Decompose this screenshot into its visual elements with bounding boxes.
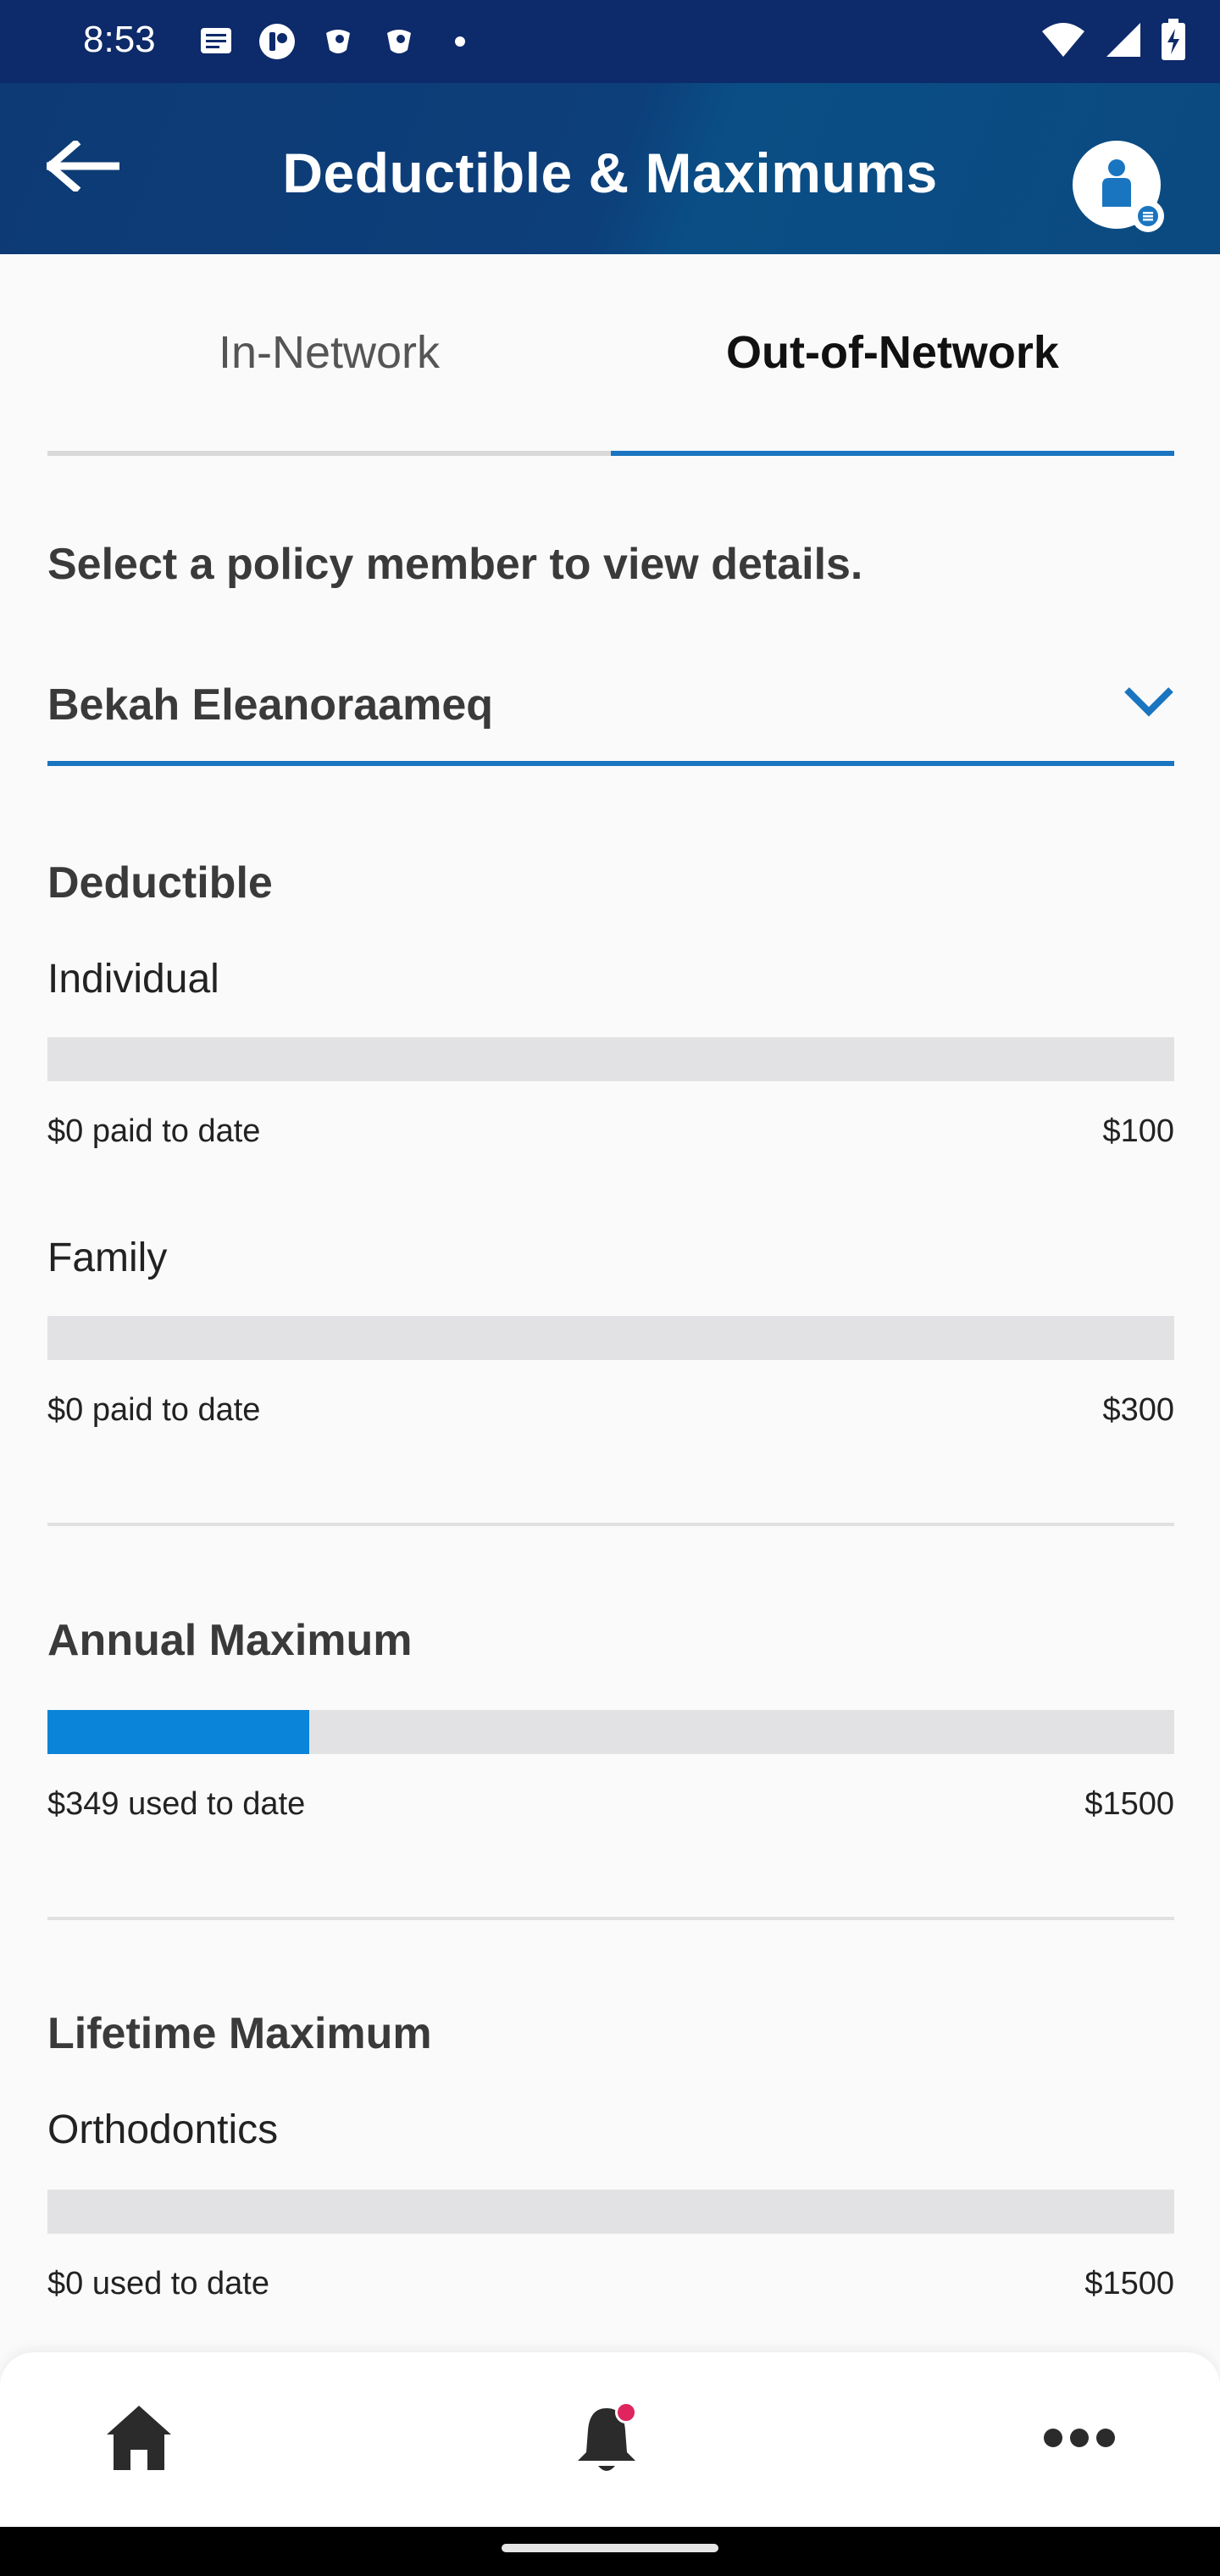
nav-home-button[interactable]	[88, 2393, 190, 2486]
orthodontics-label: Orthodontics	[47, 2107, 279, 2152]
individual-max-text: $100	[1102, 1113, 1174, 1149]
annual-progress-bar	[47, 1710, 1174, 1754]
orthodontics-max-text: $1500	[1084, 2266, 1174, 2301]
network-tabs: In-Network Out-of-Network	[47, 254, 1174, 456]
signal-icon	[1105, 21, 1142, 63]
notification-dot	[615, 2401, 637, 2423]
nav-more-button[interactable]	[1029, 2393, 1130, 2486]
profile-button[interactable]	[1073, 141, 1164, 232]
app-header: Deductible & Maximums	[0, 83, 1220, 254]
selected-member: Bekah Eleanoraameq	[47, 680, 494, 730]
nav-notifications-button[interactable]	[556, 2393, 657, 2486]
divider	[47, 1523, 1174, 1526]
status-bar: 8:53	[0, 0, 1220, 83]
family-progress-bar	[47, 1316, 1174, 1360]
chevron-down-icon	[1123, 685, 1174, 719]
annual-max-text: $1500	[1084, 1786, 1174, 1822]
bell-icon	[571, 2401, 642, 2478]
tab-in-network[interactable]: In-Network	[47, 254, 611, 456]
bottom-nav	[0, 2352, 1220, 2527]
family-label: Family	[47, 1235, 168, 1280]
wifi-icon	[1040, 21, 1086, 63]
member-prompt: Select a policy member to view details.	[47, 540, 863, 589]
individual-progress-bar	[47, 1037, 1174, 1081]
page-title: Deductible & Maximums	[282, 142, 938, 204]
deductible-title: Deductible	[47, 858, 273, 908]
status-right-icons	[1040, 19, 1186, 65]
more-icon	[1041, 2425, 1117, 2455]
notification-icons	[197, 22, 480, 61]
message-icon	[197, 22, 236, 61]
status-time: 8:53	[83, 19, 156, 60]
family-max-text: $300	[1102, 1392, 1174, 1428]
family-paid-text: $0 paid to date	[47, 1392, 261, 1428]
orthodontics-progress-bar	[47, 2190, 1174, 2234]
menu-badge-icon	[1132, 200, 1164, 232]
gesture-area	[0, 2527, 1220, 2576]
lifetime-maximum-title: Lifetime Maximum	[47, 2009, 432, 2058]
annual-progress-fill	[47, 1710, 310, 1754]
pocket-icon	[380, 22, 419, 61]
user-icon	[1095, 158, 1138, 213]
home-icon	[103, 2402, 175, 2478]
gesture-handle[interactable]	[502, 2544, 718, 2552]
app-icon	[258, 22, 297, 61]
individual-paid-text: $0 paid to date	[47, 1113, 261, 1149]
annual-maximum-title: Annual Maximum	[47, 1616, 413, 1665]
pocket-icon	[319, 22, 358, 61]
dot-icon	[441, 22, 480, 61]
annual-used-text: $349 used to date	[47, 1786, 306, 1822]
individual-label: Individual	[47, 957, 219, 1002]
battery-icon	[1161, 19, 1186, 65]
member-dropdown[interactable]: Bekah Eleanoraameq	[47, 661, 1174, 766]
orthodontics-used-text: $0 used to date	[47, 2266, 269, 2301]
divider	[47, 1917, 1174, 1920]
tab-out-of-network[interactable]: Out-of-Network	[611, 254, 1174, 456]
